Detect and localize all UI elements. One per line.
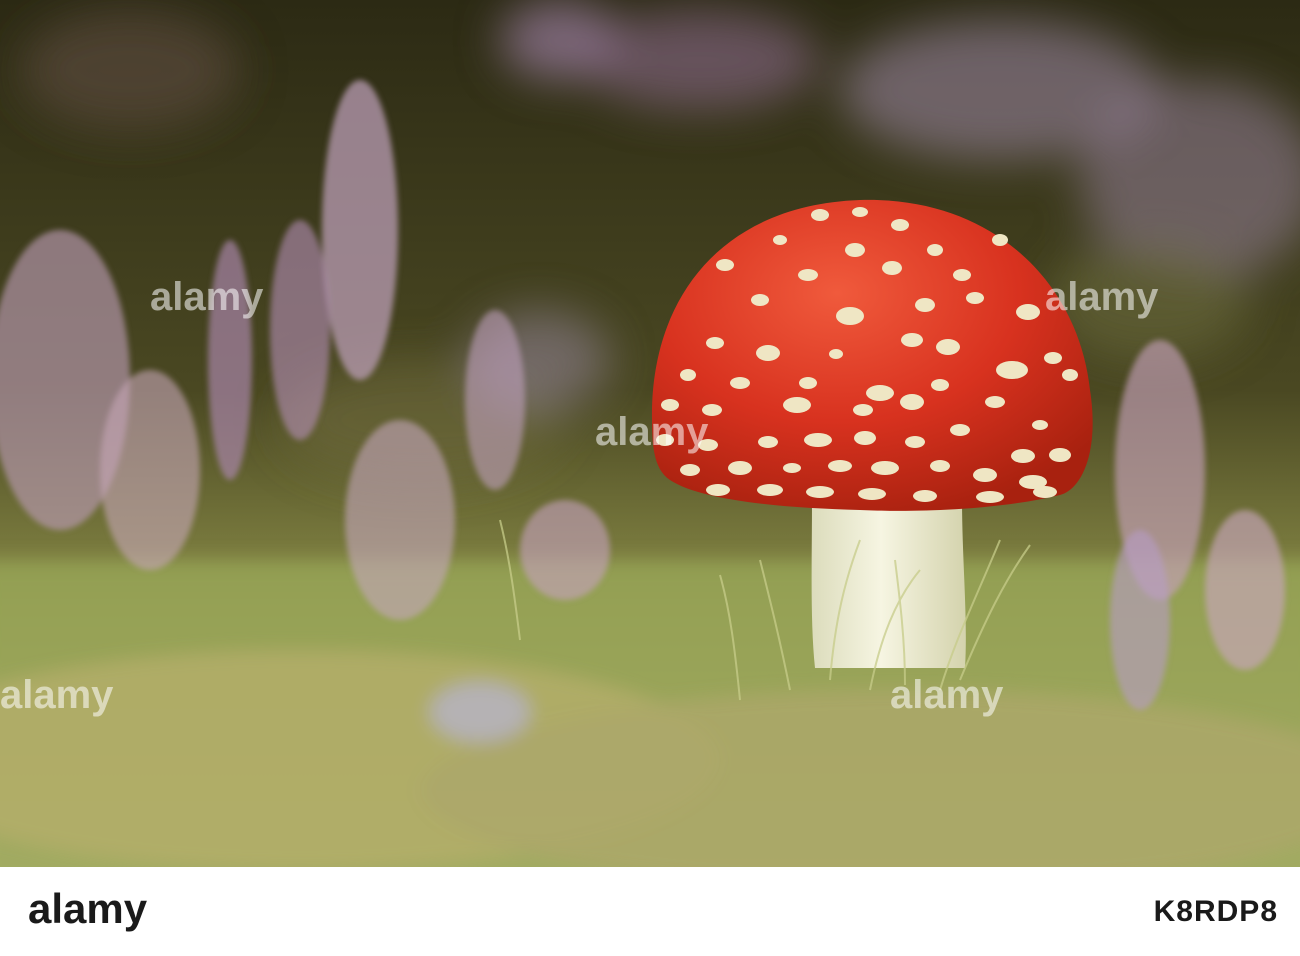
- alamy-logo-mark: alamy: [28, 885, 148, 932]
- cap-spot: [811, 209, 829, 221]
- image-id-label: K8RDP8: [1153, 895, 1278, 928]
- cap-spot: [706, 484, 730, 496]
- cap-spot: [866, 385, 894, 401]
- watermark-text: alamy: [150, 275, 264, 319]
- cap-spot: [927, 244, 943, 256]
- cap-spot: [730, 377, 750, 389]
- alamy-logo: alamy: [28, 885, 188, 940]
- cap-spot: [756, 345, 780, 361]
- cap-spot: [799, 377, 817, 389]
- cap-spot: [930, 460, 950, 472]
- cap-spot: [1062, 369, 1078, 381]
- cap-spot: [854, 431, 876, 445]
- cap-spot: [985, 396, 1005, 408]
- cap-spot: [950, 424, 970, 436]
- watermark-text: alamy: [1045, 275, 1159, 319]
- cap-spot: [891, 219, 909, 231]
- cap-spot: [680, 464, 700, 476]
- cap-spot: [798, 269, 818, 281]
- cap-spot: [976, 491, 1004, 503]
- cap-spot: [905, 436, 925, 448]
- cap-spot: [757, 484, 783, 496]
- cap-spot: [828, 460, 852, 472]
- cap-spot: [1016, 304, 1040, 320]
- cap-spot: [716, 259, 734, 271]
- cap-spot: [845, 243, 865, 257]
- cap-spot: [1033, 486, 1057, 498]
- foreground-grass: [0, 560, 1300, 867]
- cap-spot: [936, 339, 960, 355]
- cap-spot: [804, 433, 832, 447]
- scene-svg: alamy alamy alamy alamy alamy: [0, 0, 1300, 867]
- cap-spot: [973, 468, 997, 482]
- cap-spot: [829, 349, 843, 359]
- cap-spot: [915, 298, 935, 312]
- cap-spot: [966, 292, 984, 304]
- cap-spot: [953, 269, 971, 281]
- cap-spot: [1044, 352, 1062, 364]
- cap-spot: [1011, 449, 1035, 463]
- cap-spot: [996, 361, 1028, 379]
- watermark-text: alamy: [890, 673, 1004, 717]
- cap-spot: [1032, 420, 1048, 430]
- cap-spot: [931, 379, 949, 391]
- cap-spot: [1049, 448, 1071, 462]
- cap-spot: [836, 307, 864, 325]
- cap-spot: [806, 486, 834, 498]
- watermark-text: alamy: [595, 410, 709, 454]
- photo-fly-agaric-mushroom: alamy alamy alamy alamy alamy: [0, 0, 1300, 867]
- cap-spot: [913, 490, 937, 502]
- cap-spot: [858, 488, 886, 500]
- cap-spot: [853, 404, 873, 416]
- cap-spot: [992, 234, 1008, 246]
- cap-spot: [758, 436, 778, 448]
- cap-spot: [680, 369, 696, 381]
- watermark-text: alamy: [0, 673, 114, 717]
- cap-spot: [783, 463, 801, 473]
- cap-spot: [783, 397, 811, 413]
- cap-spot: [871, 461, 899, 475]
- cap-spot: [901, 333, 923, 347]
- cap-spot: [751, 294, 769, 306]
- alamy-logo-text: alamy: [28, 887, 148, 932]
- cap-spot: [900, 394, 924, 410]
- footer-bar: alamy K8RDP8: [0, 867, 1300, 956]
- cap-spot: [706, 337, 724, 349]
- cap-spot: [852, 207, 868, 217]
- cap-spot: [728, 461, 752, 475]
- cap-spot: [882, 261, 902, 275]
- cap-spot: [773, 235, 787, 245]
